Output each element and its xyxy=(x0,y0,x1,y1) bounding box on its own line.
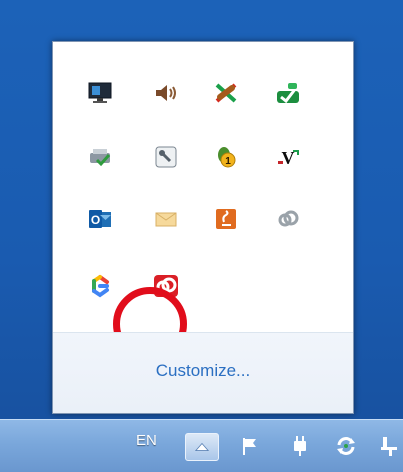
taskbar: EN xyxy=(0,419,403,472)
google-workspace-icon[interactable] xyxy=(83,269,117,303)
adobe-creative-cloud-icon[interactable] xyxy=(149,269,183,303)
power-plug-icon[interactable] xyxy=(286,432,314,460)
svg-text:V: V xyxy=(282,148,295,168)
network-tools-icon[interactable] xyxy=(209,76,243,110)
svg-text:1: 1 xyxy=(225,156,231,167)
monitor-icon[interactable] xyxy=(83,76,117,110)
java-icon[interactable] xyxy=(209,202,243,236)
printer-check-icon[interactable] xyxy=(83,140,117,174)
green-checkmark-icon[interactable] xyxy=(271,76,305,110)
mail-envelope-icon[interactable] xyxy=(149,202,183,236)
speaker-icon[interactable] xyxy=(149,76,183,110)
action-center-flag-icon[interactable] xyxy=(236,432,264,460)
notification-area-overflow-flyout: 1 V O Customize... xyxy=(52,41,354,414)
language-indicator[interactable]: EN xyxy=(136,432,157,449)
customize-link[interactable]: Customize... xyxy=(53,361,353,381)
wrench-icon[interactable] xyxy=(149,140,183,174)
v-app-icon[interactable]: V xyxy=(271,140,305,174)
svg-text:O: O xyxy=(91,213,100,227)
outlook-icon[interactable]: O xyxy=(83,202,117,236)
sync-icon[interactable] xyxy=(332,432,360,460)
creative-cloud-gray-icon[interactable] xyxy=(271,202,305,236)
customize-area: Customize... xyxy=(53,333,353,413)
chevron-up-icon xyxy=(195,442,209,451)
show-hidden-icons-button[interactable] xyxy=(185,433,219,461)
update-notification-icon[interactable]: 1 xyxy=(209,140,243,174)
tray-icon-grid: 1 V O xyxy=(53,42,353,361)
network-icon[interactable] xyxy=(376,432,403,460)
